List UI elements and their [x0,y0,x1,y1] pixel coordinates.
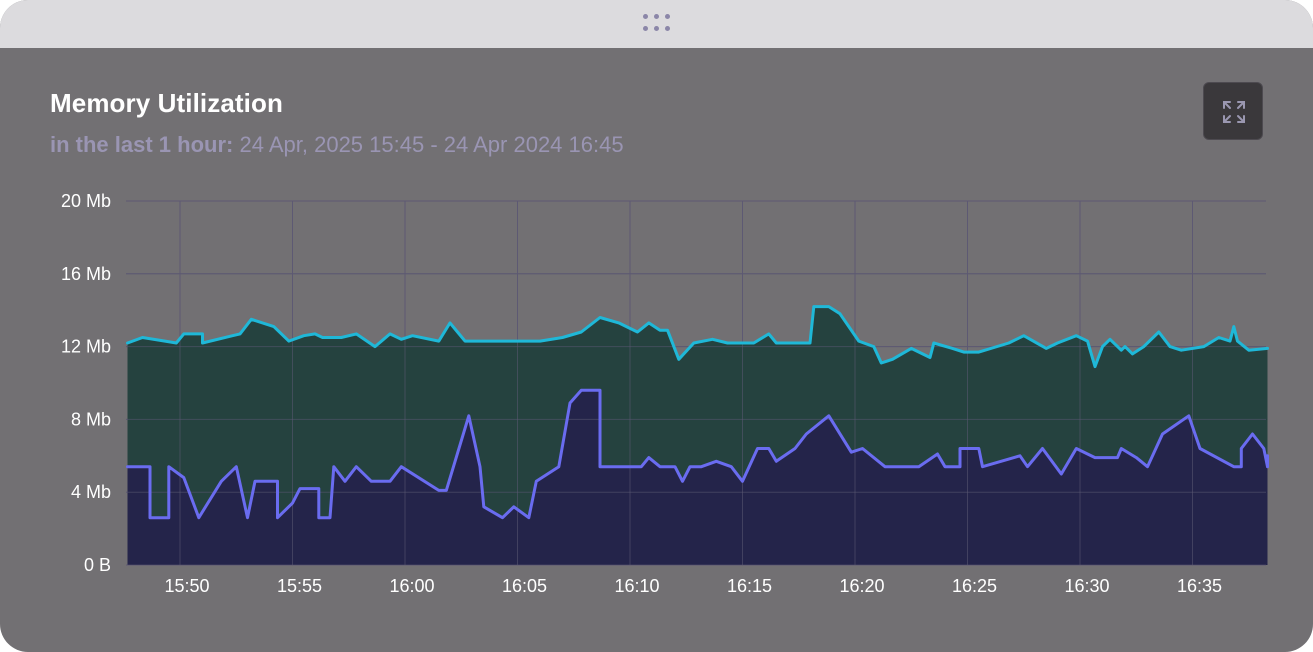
y-tick-label: 0 B [84,555,111,575]
y-tick-label: 8 Mb [71,409,111,429]
x-tick-label: 16:10 [614,576,659,596]
x-tick-label: 16:15 [727,576,772,596]
memory-chart: 0 B 4 Mb 8 Mb 12 Mb 16 Mb 20 Mb 15:50 15:55 16:0… [61,191,1269,596]
x-tick-label: 16:20 [839,576,884,596]
x-tick-label: 15:50 [164,576,209,596]
y-tick-label: 16 Mb [61,264,111,284]
x-tick-label: 15:55 [277,576,322,596]
y-tick-label: 4 Mb [71,482,111,502]
memory-utilization-card: Memory Utilization in the last 1 hour: 2… [0,0,1313,652]
x-tick-label: 16:30 [1064,576,1109,596]
x-tick-label: 16:00 [389,576,434,596]
y-tick-label: 12 Mb [61,337,111,357]
x-tick-label: 16:25 [952,576,997,596]
y-tick-label: 20 Mb [61,191,111,211]
x-tick-label: 16:35 [1177,576,1222,596]
x-tick-label: 16:05 [502,576,547,596]
